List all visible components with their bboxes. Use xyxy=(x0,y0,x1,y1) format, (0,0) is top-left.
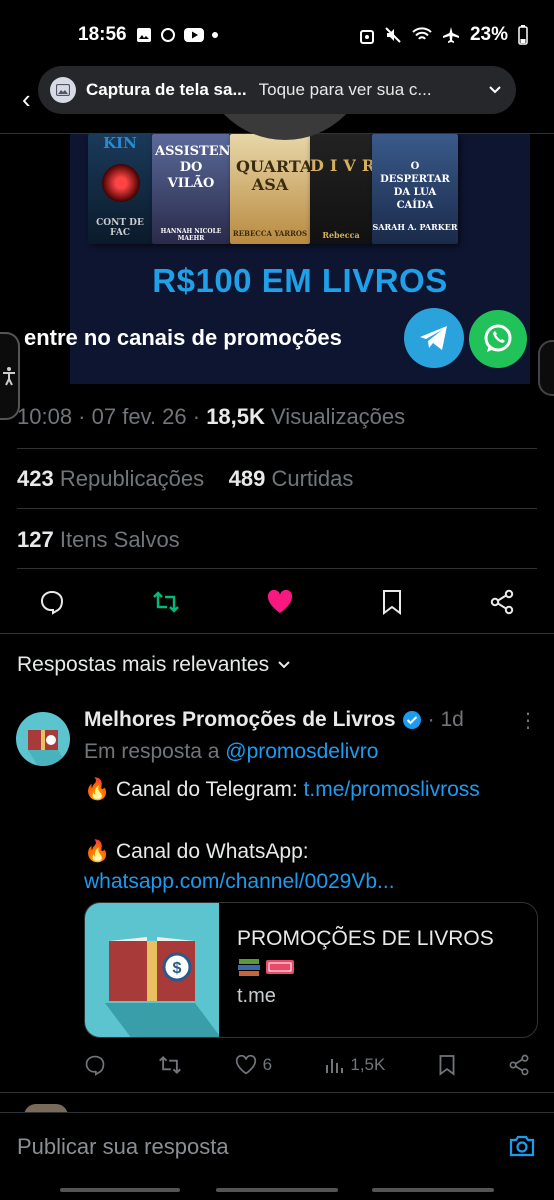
likes-stat[interactable]: 489 Curtidas xyxy=(229,466,354,491)
mention-link[interactable]: @promosdelivro xyxy=(225,740,378,763)
status-notification-icons xyxy=(136,27,218,43)
engagement-stats: 423 Republicações 489 Curtidas xyxy=(17,466,353,492)
in-reply-to: Em resposta a @promosdelivro xyxy=(84,740,379,763)
divider xyxy=(0,633,554,634)
more-options-icon[interactable]: ⋮ xyxy=(518,708,538,733)
divider xyxy=(17,508,537,509)
whatsapp-link[interactable]: whatsapp.com/channel/0029Vb... xyxy=(84,870,395,893)
card-domain: t.me xyxy=(237,985,276,1007)
accessibility-icon xyxy=(3,367,15,386)
status-time: 18:56 xyxy=(78,24,127,45)
reposts-stat[interactable]: 423 Republicações xyxy=(17,466,204,491)
system-navigation-bar xyxy=(0,1180,554,1200)
telegram-icon xyxy=(404,308,464,368)
chat-bubble-icon xyxy=(161,28,175,42)
book-cover-1: KIN CONT DE FAC xyxy=(88,134,152,244)
book-cover-5: O DESPERTAR DA LUA CAÍDA SARAH A. PARKER xyxy=(372,134,458,244)
share-icon[interactable] xyxy=(489,589,515,615)
back-button[interactable]: ‹ xyxy=(22,84,31,115)
status-bar: 18:56 23% xyxy=(0,0,554,68)
banner-subline: entre no canais de promoções xyxy=(24,325,342,350)
repost-icon[interactable] xyxy=(158,1054,182,1076)
like-icon[interactable] xyxy=(266,589,294,615)
book-cover-3: QUARTA ASA REBECCA YARROS xyxy=(230,134,310,244)
screenshot-notification[interactable]: Captura de tela sa... Toque para ver sua… xyxy=(38,66,516,114)
telegram-link[interactable]: t.me/promoslivross xyxy=(304,778,480,801)
edge-panel-handle[interactable] xyxy=(538,340,554,396)
book-cover-2: ASSISTENTE DO VILÃO HANNAH NICOLE MAEHR xyxy=(152,134,230,244)
alarm-lock-icon xyxy=(359,30,374,44)
avatar[interactable] xyxy=(16,712,70,766)
post-timestamp-views: 10:08 · 07 fev. 26 · 18,5K Visualizações xyxy=(17,404,406,429)
nav-back-button[interactable] xyxy=(372,1188,494,1192)
book-cover-4: DIVR Rebecca xyxy=(310,134,372,244)
bookmark-icon[interactable] xyxy=(381,589,403,615)
gallery-icon xyxy=(137,28,151,42)
bookmarks-stat[interactable]: 127 Itens Salvos xyxy=(17,527,180,553)
link-preview-card[interactable]: $ PROMOÇÕES DE LIVROS t.me xyxy=(84,902,538,1038)
chevron-down-icon xyxy=(278,661,290,669)
reply-author[interactable]: Melhores Promoções de Livros · 1d xyxy=(84,708,464,732)
views-chart-icon xyxy=(326,1059,344,1073)
reply-views[interactable]: 1,5K xyxy=(324,1055,385,1075)
reply-action-bar: 6 1,5K xyxy=(84,1050,530,1080)
reply-input[interactable]: Publicar sua resposta xyxy=(17,1134,229,1160)
status-system-icons: 23% xyxy=(359,24,528,46)
verified-badge-icon xyxy=(402,711,421,729)
repost-icon[interactable] xyxy=(152,590,180,614)
nav-home-button[interactable] xyxy=(216,1188,338,1192)
mute-icon xyxy=(385,27,401,43)
card-thumbnail: $ xyxy=(85,903,219,1037)
svg-text:$: $ xyxy=(173,960,182,977)
divider xyxy=(17,568,537,569)
divider xyxy=(17,448,537,449)
ticket-icon xyxy=(266,960,294,974)
whatsapp-icon xyxy=(469,310,527,368)
replies-sort-dropdown[interactable]: Respostas mais relevantes xyxy=(17,653,291,677)
reply-like-button[interactable]: 6 xyxy=(235,1055,272,1075)
reply-icon[interactable] xyxy=(39,589,65,615)
wifi-icon xyxy=(412,27,432,40)
heart-icon xyxy=(235,1055,256,1075)
camera-icon[interactable] xyxy=(508,1134,536,1163)
card-title: PROMOÇÕES DE LIVROS xyxy=(237,927,494,950)
reply-icon[interactable] xyxy=(84,1054,106,1076)
notification-text: Toque para ver sua c... xyxy=(258,80,432,99)
post-action-bar xyxy=(17,584,537,620)
notification-title: Captura de tela sa... xyxy=(86,80,247,99)
battery-level: 23% xyxy=(469,24,508,45)
reply-text: 🔥 Canal do Telegram: t.me/promoslivross … xyxy=(84,778,480,893)
chevron-down-icon[interactable] xyxy=(488,85,502,95)
youtube-icon xyxy=(184,28,204,42)
divider xyxy=(0,1092,554,1093)
accessibility-handle[interactable] xyxy=(0,332,20,420)
screenshot-thumbnail-icon xyxy=(50,77,76,103)
banner-headline: R$100 EM LIVROS xyxy=(152,262,448,299)
airplane-icon xyxy=(442,27,459,43)
nav-recents-button[interactable] xyxy=(60,1188,180,1192)
share-icon[interactable] xyxy=(508,1054,530,1076)
battery-icon xyxy=(518,25,528,45)
bookmark-icon[interactable] xyxy=(438,1054,456,1076)
dot-icon xyxy=(212,32,218,38)
books-icon xyxy=(238,959,260,976)
card-emoji xyxy=(237,957,494,977)
